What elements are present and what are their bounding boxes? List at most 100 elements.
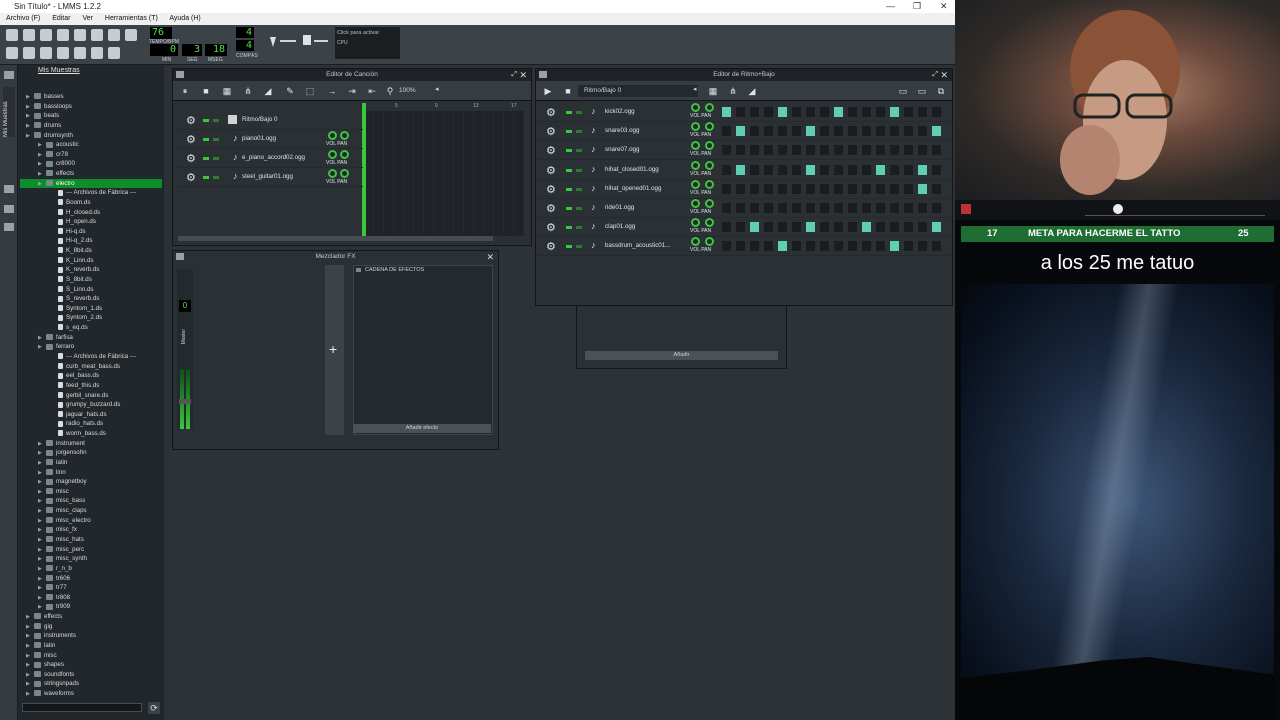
step-button[interactable] [805,125,816,138]
step-button[interactable] [917,202,928,214]
folder-item[interactable]: ▶ misc_synth [38,554,158,564]
metronome-icon[interactable] [125,29,137,41]
mute-toggle[interactable] [566,130,572,134]
step-button[interactable] [791,125,802,138]
step-button[interactable] [721,163,732,176]
gear-icon[interactable]: ⚙ [546,183,556,196]
add-beat-track-icon[interactable]: ▦ [708,86,718,96]
pan-knob[interactable] [705,141,714,151]
pan-knob[interactable] [705,160,714,170]
add-effect-button[interactable]: Añadir efecto [353,424,491,433]
refresh-icon[interactable]: ⟳ [148,702,160,714]
song-editor-icon[interactable] [6,47,18,59]
step-button[interactable] [833,125,844,138]
folder-item[interactable]: ▶ misc_fx [38,525,158,535]
gear-icon[interactable]: ⚙ [186,171,196,184]
beat-stop-icon[interactable]: ■ [563,86,573,96]
menu-herramientas[interactable]: Herramientas (T) [105,15,158,22]
folder-item[interactable]: ▶ effects [26,612,158,622]
step-button[interactable] [931,144,942,157]
stop-behavior-icon[interactable]: ⇤ [367,86,377,96]
pan-knob[interactable] [340,131,349,140]
volume-knob[interactable] [691,160,700,170]
my-presets-tab-icon[interactable] [4,185,14,193]
volume-knob[interactable] [328,169,337,178]
pattern-dropdown-icon[interactable]: ◂ [693,85,697,93]
step-button[interactable] [861,163,872,176]
folder-item[interactable]: ▶ shapes [26,660,158,670]
step-button[interactable] [791,106,802,118]
solo-toggle[interactable] [576,111,582,114]
folder-item[interactable]: ▶ instruments [26,631,158,641]
pattern-selector[interactable]: Ritmo/Bajo 0 [578,85,698,97]
step-button[interactable] [777,221,788,234]
step-button[interactable] [917,163,928,176]
file-item[interactable]: grumpy_buzzard.ds [50,400,158,410]
file-item[interactable]: H_closed.ds [50,208,158,218]
add-button[interactable]: Añadir [585,351,778,360]
song-grid[interactable] [364,111,524,236]
folder-item[interactable]: ▶ misc_perc [38,545,158,555]
step-button[interactable] [861,221,872,234]
step-button[interactable] [903,163,914,176]
folder-item[interactable]: ▶ tr909 [38,602,158,612]
file-item[interactable]: K_reverb.ds [50,265,158,275]
gear-icon[interactable]: ⚙ [546,164,556,177]
file-item[interactable]: curb_meat_bass.ds [50,362,158,372]
mute-toggle[interactable] [203,119,209,122]
step-button[interactable] [721,240,732,253]
step-button[interactable] [847,163,858,176]
save-icon[interactable] [74,29,86,41]
step-button[interactable] [917,221,928,234]
step-button[interactable] [917,182,928,195]
step-button[interactable] [875,163,886,176]
step-button[interactable] [875,202,886,214]
step-button[interactable] [749,106,760,118]
step-button[interactable] [931,182,942,195]
step-button[interactable] [819,240,830,253]
cpu-meter[interactable]: Click para activar CPU [335,27,400,59]
expand-arrow-icon[interactable]: ▶ [26,690,34,700]
folder-item[interactable]: ▶ ferraro [38,342,158,352]
master-volume-slider[interactable] [280,40,296,42]
solo-toggle[interactable] [213,157,219,160]
tempo-display[interactable]: 76 [150,27,172,39]
step-button[interactable] [889,106,900,118]
step-button[interactable] [749,144,760,157]
media-progress[interactable] [1085,215,1265,216]
volume-knob[interactable] [328,150,337,159]
volume-knob[interactable] [691,103,700,112]
track-name[interactable]: clap01.ogg [605,223,635,230]
song-editor-close[interactable]: ✕ [519,69,527,81]
maximize-button[interactable]: ❐ [913,0,921,13]
gear-icon[interactable]: ⚙ [186,133,196,146]
step-button[interactable] [819,163,830,176]
folder-item[interactable]: ▶ misc_bass [38,496,158,506]
solo-toggle[interactable] [576,168,582,172]
step-button[interactable] [819,202,830,214]
solo-toggle[interactable] [213,176,219,179]
step-button[interactable] [805,144,816,157]
step-button[interactable] [763,106,774,118]
solo-toggle[interactable] [576,245,582,249]
add-automation-track-icon[interactable]: ◢ [747,86,757,96]
beat-track[interactable]: ⚙ ♪ kick02.ogg VOL PAN [538,103,950,122]
step-button[interactable] [763,182,774,195]
mute-toggle[interactable] [566,111,572,114]
controller-rack-icon[interactable] [91,47,103,59]
folder-item[interactable]: ▶ latin [26,641,158,651]
step-button[interactable] [861,125,872,138]
project-notes-icon[interactable] [108,47,120,59]
gear-icon[interactable]: ⚙ [546,202,556,215]
step-button[interactable] [791,144,802,157]
step-button[interactable] [763,125,774,138]
step-button[interactable] [903,106,914,118]
recent-projects-icon[interactable] [57,29,69,41]
expand-arrow-icon[interactable]: ▶ [38,343,46,353]
folder-item[interactable]: ▶ cr8000 [38,159,158,169]
step-button[interactable] [749,221,760,234]
file-item[interactable]: eel_bass.ds [50,371,158,381]
step-button[interactable] [931,221,942,234]
gear-icon[interactable]: ⚙ [546,125,556,138]
step-button[interactable] [847,125,858,138]
